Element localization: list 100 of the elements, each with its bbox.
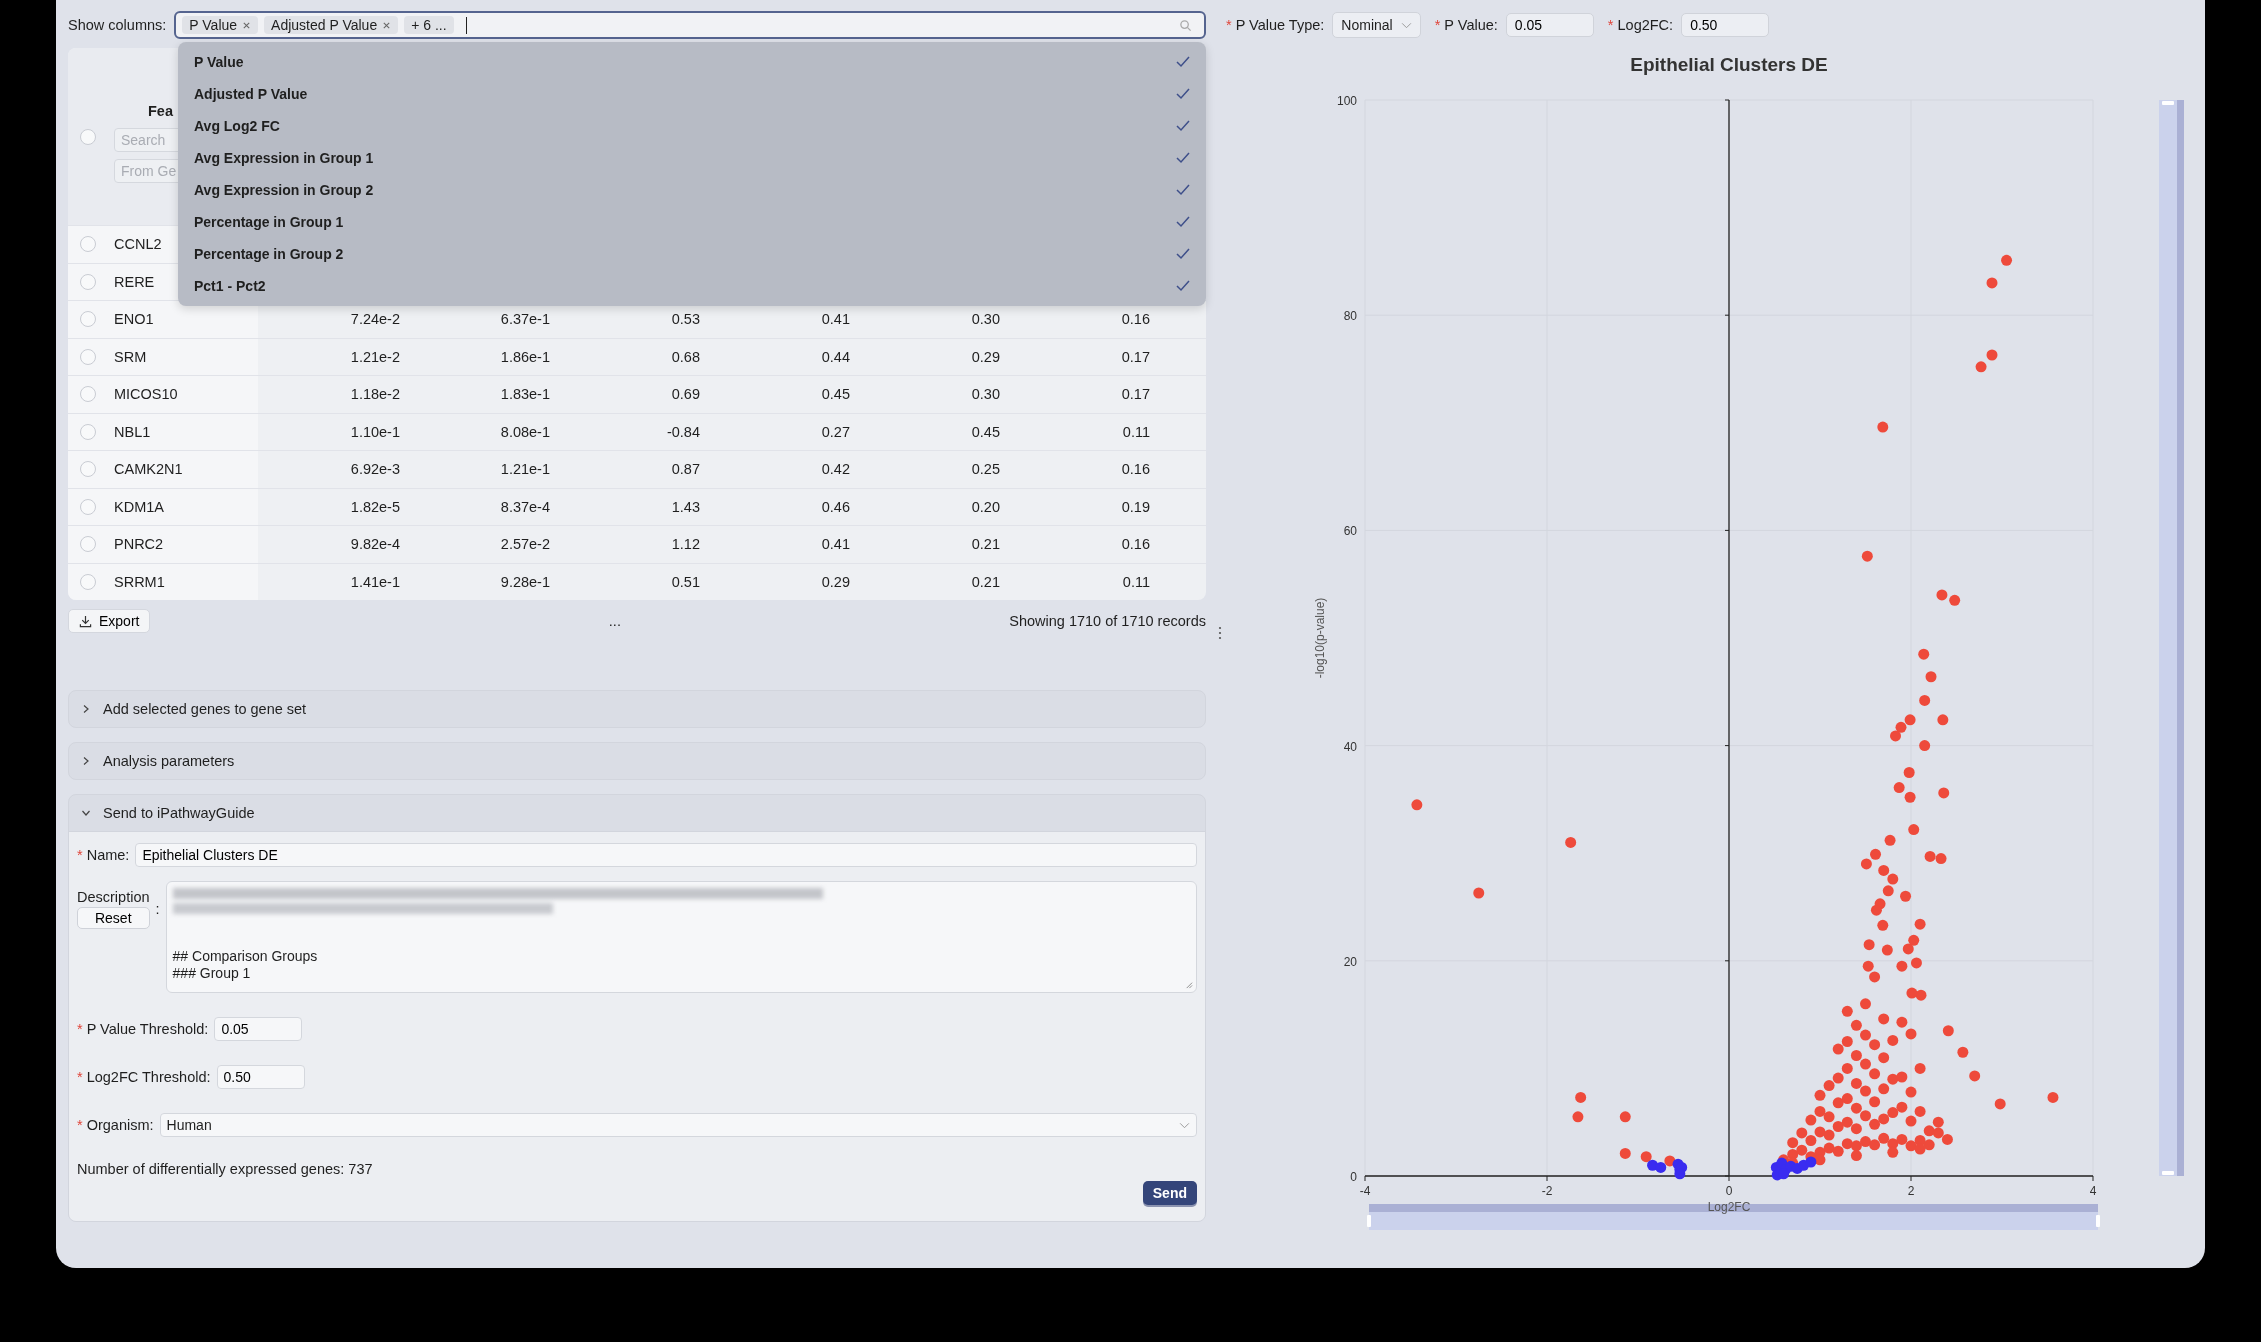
checkbox[interactable] xyxy=(80,573,96,590)
table-cell-text: 0.45 xyxy=(820,386,851,403)
column-tag: P Value xyxy=(182,16,259,34)
column-option[interactable]: Avg Log2 FC xyxy=(182,110,1202,142)
field-label: P Value Threshold: xyxy=(86,1021,209,1037)
gene-count-text: Number of differentially expressed genes: 737 xyxy=(77,1161,374,1177)
axis-tick-label: 40 xyxy=(1343,739,1357,754)
range-slider[interactable] xyxy=(1367,1204,2100,1230)
resize-grip-icon[interactable] xyxy=(1184,980,1193,989)
close-icon[interactable] xyxy=(242,20,252,30)
table-cell-text: 1.18e-2 xyxy=(349,386,401,403)
range-slider[interactable] xyxy=(2159,100,2184,1176)
filter-field[interactable]: 0.50 xyxy=(1681,13,1770,37)
p-value-type-select[interactable]: Nominal xyxy=(1332,12,1421,38)
column-option[interactable]: Avg Expression in Group 2 xyxy=(182,174,1202,206)
table-cell-text: 1.12 xyxy=(670,536,701,553)
table-cell-text: 1.82e-5 xyxy=(349,498,401,515)
required-mark: * xyxy=(77,847,83,863)
checkbox[interactable] xyxy=(80,536,96,553)
panel-header[interactable]: Add selected genes to gene set xyxy=(69,691,1205,727)
table-cell-text: 1.41e-1 xyxy=(349,573,401,590)
field-label: P Value Type: xyxy=(1235,17,1325,33)
reset-button[interactable]: Reset xyxy=(77,907,150,929)
panel-header[interactable]: Send to iPathwayGuide xyxy=(69,795,1205,831)
organism-select[interactable]: Human xyxy=(159,1113,1197,1137)
table-cell-text: 0.19 xyxy=(1120,498,1151,515)
chevron-icon xyxy=(81,808,91,818)
pagination-ellipsis[interactable]: ... xyxy=(608,613,621,629)
table-cell-text: 0.17 xyxy=(1120,348,1151,365)
table-cell-text: 0.16 xyxy=(1120,311,1151,328)
panel-header[interactable]: Analysis parameters xyxy=(69,743,1205,779)
axis-tick-label: 2 xyxy=(1907,1184,1915,1198)
column-header: Fea xyxy=(148,102,174,119)
required-mark: * xyxy=(77,1021,83,1037)
table-cell: ENO1 xyxy=(114,311,154,328)
send-button[interactable]: Send xyxy=(1142,1181,1197,1205)
table-cell-text: 1.21e-1 xyxy=(499,461,551,478)
axis-tick-label: 0 xyxy=(1350,1170,1357,1184)
table-cell: CAMK2N1 xyxy=(114,461,183,478)
filter-field[interactable]: 0.05 xyxy=(1505,13,1594,37)
column-option[interactable]: Pct1 - Pct2 xyxy=(182,270,1202,302)
checkbox[interactable] xyxy=(80,386,96,403)
table-cell: MICOS10 xyxy=(114,386,178,403)
column-option[interactable]: Percentage in Group 2 xyxy=(182,238,1202,270)
table-cell-text: 0.20 xyxy=(970,498,1001,515)
table-cell-text: 1.10e-1 xyxy=(349,423,401,440)
table-cell-text: 0.41 xyxy=(820,536,851,553)
table-cell-text: 0.69 xyxy=(670,386,701,403)
table-cell-text: 0.53 xyxy=(670,311,701,328)
table-cell-text: 7.24e-2 xyxy=(349,311,401,328)
required-mark: * xyxy=(1607,17,1614,33)
x-axis-label: Log2FC xyxy=(1707,1200,1751,1214)
required-mark: * xyxy=(77,1069,83,1085)
description-field[interactable]: ## Comparison Groups ### Group 1 xyxy=(165,881,1197,993)
close-icon[interactable] xyxy=(382,20,392,30)
table-cell-text: 0.29 xyxy=(970,348,1001,365)
table-cell-text: 6.37e-1 xyxy=(499,311,551,328)
checkbox[interactable] xyxy=(80,128,96,145)
column-option[interactable]: Avg Expression in Group 1 xyxy=(182,142,1202,174)
axis-tick-label: 20 xyxy=(1343,954,1357,969)
drag-handle-icon[interactable] xyxy=(1218,626,1222,640)
table-cell-text: 1.43 xyxy=(670,498,701,515)
table-cell-text: 2.57e-2 xyxy=(499,536,551,553)
log2fc-threshold-field[interactable]: 0.50 xyxy=(216,1065,305,1089)
table-cell-text: 8.08e-1 xyxy=(499,423,551,440)
column-option[interactable]: Percentage in Group 1 xyxy=(182,206,1202,238)
checkbox[interactable] xyxy=(80,236,96,253)
column-tag: Adjusted P Value xyxy=(264,16,399,34)
checkbox[interactable] xyxy=(80,311,96,328)
required-mark: * xyxy=(1434,17,1441,33)
table-cell: RERE xyxy=(114,273,155,290)
table-cell-text: 0.21 xyxy=(970,536,1001,553)
column-option[interactable]: P Value xyxy=(182,46,1202,78)
column-select[interactable]: P Value Adjusted P Value + 6 ... xyxy=(174,11,1206,39)
field-label: Show columns: xyxy=(68,17,167,33)
checkbox[interactable] xyxy=(80,423,96,440)
table-cell: SRRM1 xyxy=(114,573,165,590)
checkbox[interactable] xyxy=(80,348,96,365)
column-option[interactable]: Adjusted P Value xyxy=(182,78,1202,110)
table-cell-text: 0.41 xyxy=(820,311,851,328)
table-cell-text: 0.27 xyxy=(820,423,851,440)
field-label: Log2FC Threshold: xyxy=(86,1069,211,1085)
table-cell-text: 9.82e-4 xyxy=(349,536,401,553)
checkbox[interactable] xyxy=(80,273,96,290)
axis-tick-label: -2 xyxy=(1541,1184,1553,1198)
field-label: Description xyxy=(77,889,150,905)
table-cell-text: 1.86e-1 xyxy=(499,348,551,365)
axis-tick-label: 60 xyxy=(1343,524,1357,539)
table-cell-text: 0.87 xyxy=(670,461,701,478)
checkbox[interactable] xyxy=(80,461,96,478)
p-value-threshold-field[interactable]: 0.05 xyxy=(214,1017,303,1041)
table-cell-text: 0.30 xyxy=(970,311,1001,328)
axis-tick-label: -4 xyxy=(1359,1184,1371,1198)
field-label: P Value: xyxy=(1444,17,1498,33)
checkbox[interactable] xyxy=(80,498,96,515)
field-label: Organism: xyxy=(86,1117,154,1133)
table-cell-text: 0.42 xyxy=(820,461,851,478)
name-field[interactable]: Epithelial Clusters DE xyxy=(135,843,1197,867)
export-button[interactable]: Export xyxy=(68,609,151,633)
chart-title: Epithelial Clusters DE xyxy=(1630,54,1828,75)
